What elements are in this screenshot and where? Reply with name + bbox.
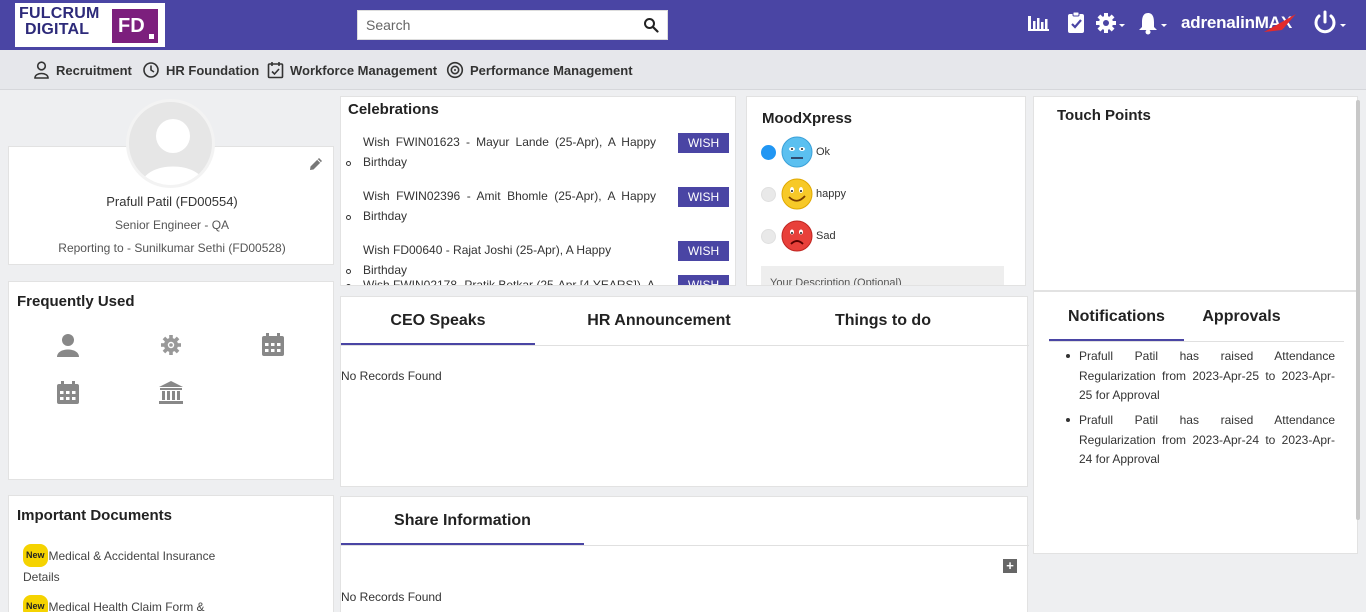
notification-item[interactable]: Prafull Patil has raised Attendance Regu… <box>1066 411 1335 470</box>
logo-badge: FD <box>112 9 158 43</box>
celebrations-title: Celebrations <box>348 101 439 118</box>
notification-item[interactable]: Prafull Patil has raised Attendance Regu… <box>1066 347 1335 406</box>
bell-icon[interactable] <box>1137 10 1169 36</box>
bank-icon[interactable] <box>158 380 184 406</box>
wish-button[interactable]: WISH <box>678 241 729 261</box>
mood-radio[interactable] <box>761 228 776 244</box>
calendar-icon[interactable] <box>55 380 81 406</box>
tab-share-information[interactable]: Share Information <box>341 497 584 545</box>
calendar-check-icon <box>267 62 284 79</box>
nav-performance-management[interactable]: Performance Management <box>446 60 633 80</box>
person-icon[interactable] <box>55 332 81 358</box>
search-box[interactable] <box>357 10 668 40</box>
new-badge: New <box>23 595 48 612</box>
company-logo[interactable]: FULCRUM DIGITAL FD <box>15 3 165 47</box>
mood-option-ok[interactable]: Ok <box>761 136 830 168</box>
announcements-tabs-card: CEO Speaks HR Announcement Things to do … <box>340 296 1029 487</box>
mood-radio[interactable] <box>761 144 776 160</box>
tab-divider <box>1049 341 1344 342</box>
add-icon[interactable]: + <box>1003 559 1017 573</box>
frequently-used-card: Frequently Used <box>8 281 334 480</box>
brand-swoosh-icon <box>1264 14 1296 32</box>
profile-reporting: Reporting to - Sunilkumar Sethi (FD00528… <box>58 241 286 255</box>
neutral-emoji-icon <box>781 136 813 168</box>
touch-points-card: Touch Points <box>1033 96 1358 291</box>
search-input[interactable] <box>358 11 628 39</box>
wish-button[interactable]: WISH <box>678 187 729 207</box>
report-icon[interactable] <box>1025 10 1051 36</box>
clipboard-check-icon[interactable] <box>1063 10 1089 36</box>
celebration-item: Wish FWIN01623 - Mayur Lande (25-Apr), A… <box>346 132 656 172</box>
profile-role: Senior Engineer - QA <box>114 218 230 232</box>
gear-icon[interactable] <box>1095 10 1127 36</box>
new-badge: New <box>23 544 48 567</box>
pencil-edit-icon[interactable] <box>307 155 325 173</box>
celebrations-card: Celebrations Wish FWIN01623 - Mayur Land… <box>340 96 736 286</box>
moodxpress-title: MoodXpress <box>762 110 853 127</box>
document-link[interactable]: New Medical & Accidental Insurance Details <box>23 544 233 588</box>
nav-recruitment[interactable]: Recruitment <box>33 60 132 80</box>
nav-hr-foundation[interactable]: HR Foundation <box>142 60 259 80</box>
sad-emoji-icon <box>781 220 813 252</box>
tab-notifications[interactable]: Notifications <box>1049 292 1184 341</box>
user-icon <box>34 61 49 79</box>
tab-things-to-do[interactable]: Things to do <box>785 297 981 345</box>
module-nav: Recruitment HR Foundation Workforce Mana… <box>0 50 1366 90</box>
frequently-used-title: Frequently Used <box>17 293 135 310</box>
empty-state-text: No Records Found <box>341 369 442 383</box>
wish-button[interactable]: WISH <box>678 275 729 285</box>
mood-description-input[interactable]: Your Description (Optional) <box>761 266 1004 285</box>
page-scrollbar[interactable] <box>1356 100 1360 520</box>
tab-hr-announcement[interactable]: HR Announcement <box>559 297 759 345</box>
search-icon[interactable] <box>643 17 659 33</box>
mood-radio[interactable] <box>761 186 776 202</box>
moodxpress-card: MoodXpress Ok happy Sad Your Description… <box>746 96 1026 286</box>
important-documents-card: Important Documents New Medical & Acciden… <box>8 495 334 612</box>
happy-emoji-icon <box>781 178 813 210</box>
calendar-icon[interactable] <box>260 332 286 358</box>
celebration-item: Wish FD00640 - Rajat Joshi (25-Apr), A H… <box>346 240 656 280</box>
profile-name: Prafull Patil (FD00554) <box>106 194 238 209</box>
share-information-card: Share Information + No Records Found <box>340 496 1029 612</box>
important-documents-title: Important Documents <box>17 507 173 524</box>
notifications-card: Notifications Approvals Prafull Patil ha… <box>1033 291 1358 554</box>
document-link[interactable]: New Medical Health Claim Form & <box>23 595 233 612</box>
mood-option-sad[interactable]: Sad <box>761 220 836 252</box>
top-bar: FULCRUM DIGITAL FD adrenalinMAX <box>0 0 1366 50</box>
wish-button[interactable]: WISH <box>678 133 729 153</box>
clock-icon <box>143 62 159 78</box>
tab-divider <box>341 545 1029 546</box>
mood-option-happy[interactable]: happy <box>761 178 846 210</box>
tab-ceo-speaks[interactable]: CEO Speaks <box>341 297 535 345</box>
tab-approvals[interactable]: Approvals <box>1184 292 1299 341</box>
power-icon[interactable] <box>1312 10 1348 36</box>
empty-state-text: No Records Found <box>341 590 442 604</box>
celebration-item: Wish FWIN02396 - Amit Bhomle (25-Apr), A… <box>346 186 656 226</box>
celebration-item: Wish FWIN02178 -Pratik Betkar (25-Apr [4… <box>346 275 656 285</box>
avatar[interactable] <box>126 99 215 188</box>
settings-cog-icon[interactable] <box>158 332 184 358</box>
tab-divider <box>341 345 1029 346</box>
nav-workforce-management[interactable]: Workforce Management <box>267 60 437 80</box>
target-icon <box>446 61 464 79</box>
touch-points-title: Touch Points <box>1057 107 1151 124</box>
logo-text: FULCRUM DIGITAL <box>19 5 100 38</box>
